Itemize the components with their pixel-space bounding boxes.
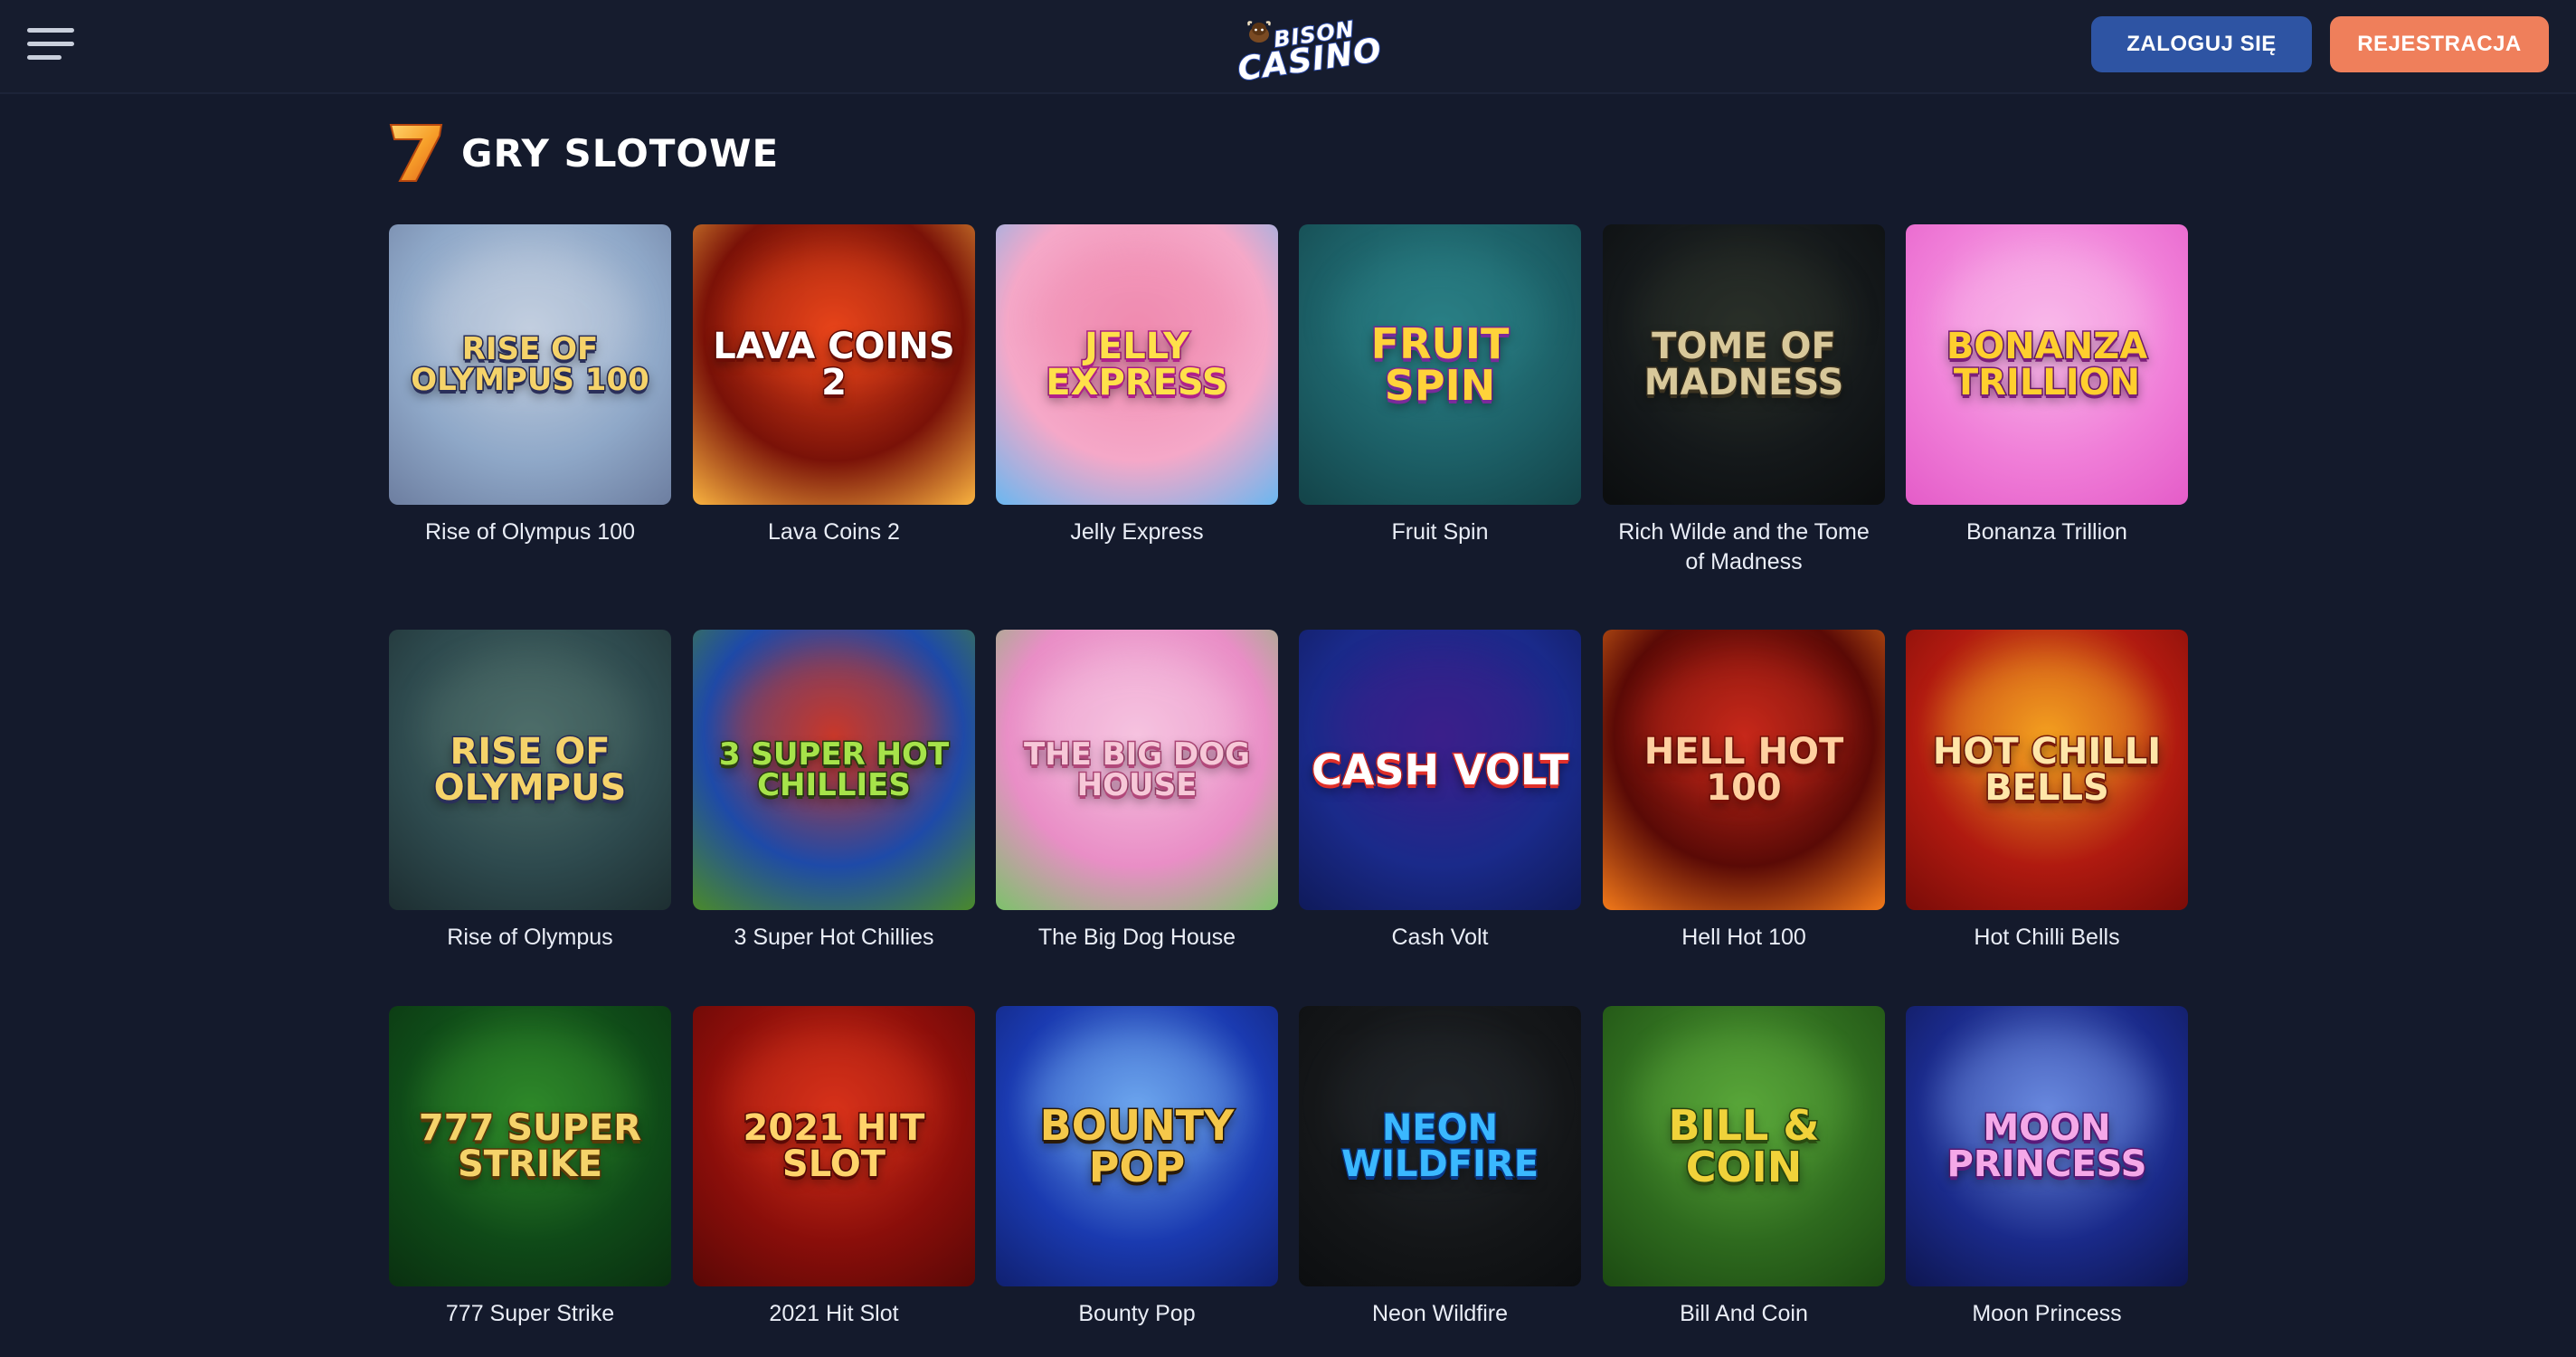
game-title[interactable]: Bounty Pop (996, 1299, 1278, 1329)
game-logo-art: MOON PRINCESS (1946, 1107, 2148, 1185)
game-logo-art: LAVA COINS 2 (712, 326, 956, 403)
hamburger-menu-icon[interactable] (27, 25, 74, 62)
game-thumbnail[interactable]: NEON WILDFIRE (1299, 1006, 1581, 1286)
game-title[interactable]: Bill And Coin (1603, 1299, 1885, 1329)
game-title[interactable]: Hot Chilli Bells (1906, 923, 2188, 953)
game-thumbnail[interactable]: BILL & COIN (1603, 1006, 1885, 1286)
lucky-seven-icon (389, 124, 443, 182)
game-thumbnail[interactable]: BOUNTY POP (996, 1006, 1278, 1286)
game-card[interactable]: HELL HOT 100 Hell Hot 100 (1603, 630, 1885, 953)
game-title[interactable]: Rise of Olympus 100 (389, 517, 671, 547)
game-card[interactable]: RISE OF OLYMPUS 100 Rise of Olympus 100 (389, 224, 671, 547)
game-title[interactable]: Cash Volt (1299, 923, 1581, 953)
game-thumbnail[interactable]: JELLY EXPRESS (996, 224, 1278, 505)
game-logo-art: 777 SUPER STRIKE (417, 1107, 642, 1185)
register-button[interactable]: REJESTRACJA (2330, 16, 2549, 72)
games-grid: RISE OF OLYMPUS 100 Rise of Olympus 100 LA… (389, 224, 2198, 1357)
game-logo-art: BILL & COIN (1667, 1101, 1821, 1191)
game-title[interactable]: The Big Dog House (996, 923, 1278, 953)
game-title[interactable]: Rise of Olympus (389, 923, 671, 953)
game-thumbnail[interactable]: FRUIT SPIN (1299, 224, 1581, 505)
game-thumbnail[interactable]: 2021 HIT SLOT (693, 1006, 975, 1286)
game-card[interactable]: TOME OF MADNESS Rich Wilde and the Tome o… (1603, 224, 1885, 577)
game-thumbnail[interactable]: BONANZA TRILLION (1906, 224, 2188, 505)
game-title[interactable]: Jelly Express (996, 517, 1278, 547)
game-card[interactable]: THE BIG DOG HOUSE The Big Dog House (996, 630, 1278, 953)
game-card[interactable]: BILL & COIN Bill And Coin (1603, 1006, 1885, 1329)
game-thumbnail[interactable]: THE BIG DOG HOUSE (996, 630, 1278, 910)
game-title[interactable]: Hell Hot 100 (1603, 923, 1885, 953)
game-card[interactable]: NEON WILDFIRE Neon Wildfire (1299, 1006, 1581, 1329)
game-thumbnail[interactable]: HOT CHILLI BELLS (1906, 630, 2188, 910)
game-card[interactable]: RISE OF OLYMPUS Rise of Olympus (389, 630, 671, 953)
game-logo-art: TOME OF MADNESS (1643, 326, 1845, 403)
game-logo-art: RISE OF OLYMPUS (432, 731, 628, 809)
game-logo-art: CASH VOLT (1311, 745, 1570, 794)
game-logo-art: 2021 HIT SLOT (742, 1107, 926, 1185)
game-logo-art: HELL HOT 100 (1643, 731, 1844, 809)
game-card[interactable]: 777 SUPER STRIKE 777 Super Strike (389, 1006, 671, 1329)
game-logo-art: BONANZA TRILLION (1945, 326, 2148, 403)
game-card[interactable]: MOON PRINCESS Moon Princess (1906, 1006, 2188, 1329)
game-logo-art: THE BIG DOG HOUSE (1022, 736, 1251, 803)
game-thumbnail[interactable]: RISE OF OLYMPUS (389, 630, 671, 910)
game-title[interactable]: Lava Coins 2 (693, 517, 975, 547)
game-card[interactable]: FRUIT SPIN Fruit Spin (1299, 224, 1581, 547)
game-logo-art: RISE OF OLYMPUS 100 (410, 331, 651, 398)
game-title[interactable]: 2021 Hit Slot (693, 1299, 975, 1329)
game-logo-art: BOUNTY POP (1038, 1101, 1236, 1191)
game-card[interactable]: CASH VOLT Cash Volt (1299, 630, 1581, 953)
game-card[interactable]: HOT CHILLI BELLS Hot Chilli Bells (1906, 630, 2188, 953)
game-logo-art: HOT CHILLI BELLS (1931, 731, 2162, 809)
game-title[interactable]: 777 Super Strike (389, 1299, 671, 1329)
game-card[interactable]: 2021 HIT SLOT 2021 Hit Slot (693, 1006, 975, 1329)
game-thumbnail[interactable]: CASH VOLT (1299, 630, 1581, 910)
game-logo-art: 3 SUPER HOT CHILLIES (717, 736, 950, 803)
game-logo-art: NEON WILDFIRE (1340, 1107, 1539, 1185)
bison-icon (1247, 21, 1271, 43)
game-thumbnail[interactable]: 3 SUPER HOT CHILLIES (693, 630, 975, 910)
top-header: BISON CASINO ZALOGUJ SIĘ REJESTRACJA (0, 0, 2576, 94)
game-thumbnail[interactable]: MOON PRINCESS (1906, 1006, 2188, 1286)
game-card[interactable]: 3 SUPER HOT CHILLIES 3 Super Hot Chillies (693, 630, 975, 953)
game-logo-art: JELLY EXPRESS (1045, 326, 1229, 403)
game-title[interactable]: Rich Wilde and the Tome of Madness (1603, 517, 1885, 577)
game-card[interactable]: BONANZA TRILLION Bonanza Trillion (1906, 224, 2188, 547)
game-title[interactable]: Neon Wildfire (1299, 1299, 1581, 1329)
game-card[interactable]: JELLY EXPRESS Jelly Express (996, 224, 1278, 547)
login-button[interactable]: ZALOGUJ SIĘ (2091, 16, 2312, 72)
section-title: GRY SLOTOWE (461, 130, 780, 176)
game-thumbnail[interactable]: HELL HOT 100 (1603, 630, 1885, 910)
game-title[interactable]: Moon Princess (1906, 1299, 2188, 1329)
game-thumbnail[interactable]: RISE OF OLYMPUS 100 (389, 224, 671, 505)
game-card[interactable]: LAVA COINS 2 Lava Coins 2 (693, 224, 975, 547)
section-heading: GRY SLOTOWE (385, 121, 779, 185)
game-card[interactable]: BOUNTY POP Bounty Pop (996, 1006, 1278, 1329)
game-title[interactable]: 3 Super Hot Chillies (693, 923, 975, 953)
game-thumbnail[interactable]: LAVA COINS 2 (693, 224, 975, 505)
game-thumbnail[interactable]: 777 SUPER STRIKE (389, 1006, 671, 1286)
site-logo[interactable]: BISON CASINO (1232, 15, 1385, 90)
game-logo-art: FRUIT SPIN (1369, 319, 1511, 410)
game-title[interactable]: Bonanza Trillion (1906, 517, 2188, 547)
game-thumbnail[interactable]: TOME OF MADNESS (1603, 224, 1885, 505)
game-title[interactable]: Fruit Spin (1299, 517, 1581, 547)
